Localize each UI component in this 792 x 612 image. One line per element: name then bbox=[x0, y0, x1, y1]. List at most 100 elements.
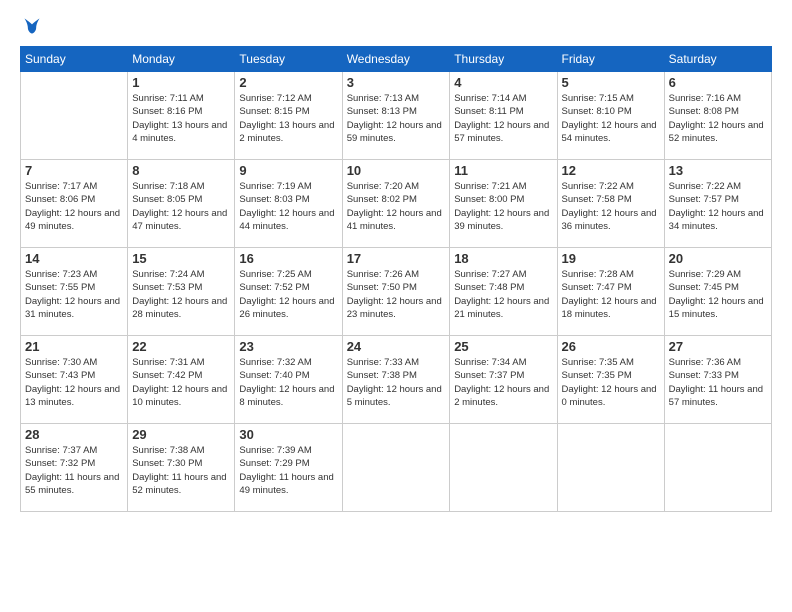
sunset-text: Sunset: 8:10 PM bbox=[562, 106, 632, 117]
sunset-text: Sunset: 7:40 PM bbox=[239, 370, 309, 381]
calendar-cell bbox=[664, 424, 771, 512]
sunrise-text: Sunrise: 7:37 AM bbox=[25, 445, 97, 456]
sunset-text: Sunset: 7:45 PM bbox=[669, 282, 739, 293]
sunset-text: Sunset: 8:00 PM bbox=[454, 194, 524, 205]
daylight-text: Daylight: 12 hours and 59 minutes. bbox=[347, 120, 442, 144]
sunrise-text: Sunrise: 7:25 AM bbox=[239, 269, 311, 280]
sunrise-text: Sunrise: 7:11 AM bbox=[132, 93, 204, 104]
cell-content: Sunrise: 7:30 AMSunset: 7:43 PMDaylight:… bbox=[25, 356, 123, 409]
calendar-cell: 25Sunrise: 7:34 AMSunset: 7:37 PMDayligh… bbox=[450, 336, 557, 424]
sunrise-text: Sunrise: 7:24 AM bbox=[132, 269, 204, 280]
cell-content: Sunrise: 7:37 AMSunset: 7:32 PMDaylight:… bbox=[25, 444, 123, 497]
day-number: 27 bbox=[669, 339, 767, 354]
sunrise-text: Sunrise: 7:27 AM bbox=[454, 269, 526, 280]
week-row-2: 7Sunrise: 7:17 AMSunset: 8:06 PMDaylight… bbox=[21, 160, 772, 248]
daylight-text: Daylight: 12 hours and 44 minutes. bbox=[239, 208, 334, 232]
sunrise-text: Sunrise: 7:23 AM bbox=[25, 269, 97, 280]
calendar-cell: 10Sunrise: 7:20 AMSunset: 8:02 PMDayligh… bbox=[342, 160, 450, 248]
sunset-text: Sunset: 7:30 PM bbox=[132, 458, 202, 469]
daylight-text: Daylight: 11 hours and 49 minutes. bbox=[239, 472, 333, 496]
sunrise-text: Sunrise: 7:26 AM bbox=[347, 269, 419, 280]
calendar-cell: 22Sunrise: 7:31 AMSunset: 7:42 PMDayligh… bbox=[128, 336, 235, 424]
sunset-text: Sunset: 8:11 PM bbox=[454, 106, 524, 117]
sunrise-text: Sunrise: 7:13 AM bbox=[347, 93, 419, 104]
sunset-text: Sunset: 8:03 PM bbox=[239, 194, 309, 205]
sunrise-text: Sunrise: 7:22 AM bbox=[562, 181, 634, 192]
calendar-cell: 17Sunrise: 7:26 AMSunset: 7:50 PMDayligh… bbox=[342, 248, 450, 336]
day-number: 24 bbox=[347, 339, 446, 354]
day-number: 1 bbox=[132, 75, 230, 90]
sunrise-text: Sunrise: 7:17 AM bbox=[25, 181, 97, 192]
daylight-text: Daylight: 12 hours and 31 minutes. bbox=[25, 296, 120, 320]
daylight-text: Daylight: 12 hours and 0 minutes. bbox=[562, 384, 657, 408]
calendar-cell: 28 Sunrise: 7:37 AMSunset: 7:32 PMDayligh… bbox=[21, 424, 128, 512]
cell-content: Sunrise: 7:11 AMSunset: 8:16 PMDaylight:… bbox=[132, 92, 230, 145]
calendar-cell: 27Sunrise: 7:36 AMSunset: 7:33 PMDayligh… bbox=[664, 336, 771, 424]
calendar-table: SundayMondayTuesdayWednesdayThursdayFrid… bbox=[20, 46, 772, 512]
daylight-text: Daylight: 12 hours and 26 minutes. bbox=[239, 296, 334, 320]
sunset-text: Sunset: 7:37 PM bbox=[454, 370, 524, 381]
cell-content: Sunrise: 7:18 AMSunset: 8:05 PMDaylight:… bbox=[132, 180, 230, 233]
day-number: 5 bbox=[562, 75, 660, 90]
calendar-cell: 14Sunrise: 7:23 AMSunset: 7:55 PMDayligh… bbox=[21, 248, 128, 336]
day-number: 9 bbox=[239, 163, 337, 178]
day-number: 12 bbox=[562, 163, 660, 178]
cell-content: Sunrise: 7:19 AM Sunset: 8:03 PM Daylight:… bbox=[239, 180, 337, 233]
day-number: 15 bbox=[132, 251, 230, 266]
daylight-text: Daylight: 13 hours and 4 minutes. bbox=[132, 120, 227, 144]
cell-content: Sunrise: 7:29 AMSunset: 7:45 PMDaylight:… bbox=[669, 268, 767, 321]
cell-content: Sunrise: 7:17 AMSunset: 8:06 PMDaylight:… bbox=[25, 180, 123, 233]
calendar-cell: 21Sunrise: 7:30 AMSunset: 7:43 PMDayligh… bbox=[21, 336, 128, 424]
cell-content: Sunrise: 7:27 AMSunset: 7:48 PMDaylight:… bbox=[454, 268, 552, 321]
sunrise-text: Sunrise: 7:14 AM bbox=[454, 93, 526, 104]
calendar-cell: 13Sunrise: 7:22 AMSunset: 7:57 PMDayligh… bbox=[664, 160, 771, 248]
calendar-cell bbox=[557, 424, 664, 512]
calendar-cell: 15 Sunrise: 7:24 AMSunset: 7:53 PMDayligh… bbox=[128, 248, 235, 336]
daylight-text: Daylight: 12 hours and 52 minutes. bbox=[669, 120, 764, 144]
calendar-cell: 30Sunrise: 7:39 AMSunset: 7:29 PMDayligh… bbox=[235, 424, 342, 512]
cell-content: Sunrise: 7:39 AMSunset: 7:29 PMDaylight:… bbox=[239, 444, 337, 497]
calendar-cell: 6Sunrise: 7:16 AMSunset: 8:08 PMDaylight… bbox=[664, 72, 771, 160]
week-row-4: 21Sunrise: 7:30 AMSunset: 7:43 PMDayligh… bbox=[21, 336, 772, 424]
cell-content: Sunrise: 7:32 AMSunset: 7:40 PMDaylight:… bbox=[239, 356, 337, 409]
days-header-row: SundayMondayTuesdayWednesdayThursdayFrid… bbox=[21, 47, 772, 72]
cell-content: Sunrise: 7:13 AMSunset: 8:13 PMDaylight:… bbox=[347, 92, 446, 145]
daylight-text: Daylight: 12 hours and 34 minutes. bbox=[669, 208, 764, 232]
sunrise-text: Sunrise: 7:19 AM bbox=[239, 181, 311, 192]
day-number: 23 bbox=[239, 339, 337, 354]
cell-content: Sunrise: 7:31 AMSunset: 7:42 PMDaylight:… bbox=[132, 356, 230, 409]
daylight-text: Daylight: 12 hours and 41 minutes. bbox=[347, 208, 442, 232]
cell-content: Sunrise: 7:24 AMSunset: 7:53 PMDaylight:… bbox=[132, 268, 230, 321]
sunrise-text: Sunrise: 7:29 AM bbox=[669, 269, 741, 280]
sunrise-text: Sunrise: 7:28 AM bbox=[562, 269, 634, 280]
sunset-text: Sunset: 7:43 PM bbox=[25, 370, 95, 381]
daylight-text: Daylight: 11 hours and 57 minutes. bbox=[669, 384, 763, 408]
sunrise-text: Sunrise: 7:15 AM bbox=[562, 93, 634, 104]
day-number: 18 bbox=[454, 251, 552, 266]
calendar-cell: 2Sunrise: 7:12 AMSunset: 8:15 PMDaylight… bbox=[235, 72, 342, 160]
sunset-text: Sunset: 8:08 PM bbox=[669, 106, 739, 117]
calendar-cell: 1 Sunrise: 7:11 AMSunset: 8:16 PMDaylight… bbox=[128, 72, 235, 160]
cell-content: Sunrise: 7:21 AMSunset: 8:00 PMDaylight:… bbox=[454, 180, 552, 233]
daylight-text: Daylight: 12 hours and 57 minutes. bbox=[454, 120, 549, 144]
sunrise-text: Sunrise: 7:35 AM bbox=[562, 357, 634, 368]
day-number: 28 bbox=[25, 427, 123, 442]
calendar-cell: 5Sunrise: 7:15 AMSunset: 8:10 PMDaylight… bbox=[557, 72, 664, 160]
day-header-thursday: Thursday bbox=[450, 47, 557, 72]
sunrise-text: Sunrise: 7:38 AM bbox=[132, 445, 204, 456]
sunset-text: Sunset: 8:15 PM bbox=[239, 106, 309, 117]
day-number: 16 bbox=[239, 251, 337, 266]
daylight-text: Daylight: 12 hours and 2 minutes. bbox=[454, 384, 549, 408]
day-header-friday: Friday bbox=[557, 47, 664, 72]
sunset-text: Sunset: 8:06 PM bbox=[25, 194, 95, 205]
calendar-cell: 16 Sunrise: 7:25 AM Sunset: 7:52 PM Dayligh… bbox=[235, 248, 342, 336]
day-number: 11 bbox=[454, 163, 552, 178]
daylight-text: Daylight: 12 hours and 21 minutes. bbox=[454, 296, 549, 320]
day-number: 20 bbox=[669, 251, 767, 266]
sunset-text: Sunset: 7:55 PM bbox=[25, 282, 95, 293]
sunset-text: Sunset: 7:52 PM bbox=[239, 282, 309, 293]
daylight-text: Daylight: 12 hours and 39 minutes. bbox=[454, 208, 549, 232]
daylight-text: Daylight: 12 hours and 10 minutes. bbox=[132, 384, 227, 408]
sunrise-text: Sunrise: 7:12 AM bbox=[239, 93, 311, 104]
calendar-cell: 24Sunrise: 7:33 AMSunset: 7:38 PMDayligh… bbox=[342, 336, 450, 424]
